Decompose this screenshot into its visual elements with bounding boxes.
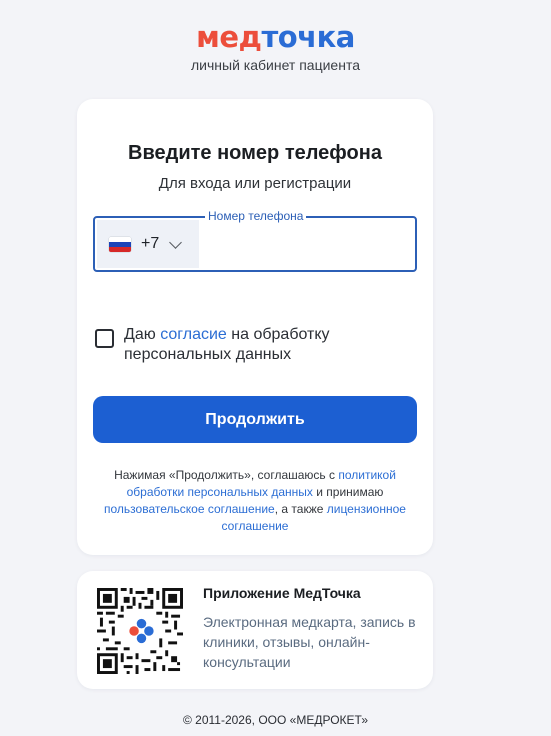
login-title: Введите номер телефона [128, 142, 382, 164]
consent-row: Даю согласие на обработку персональных д… [95, 325, 364, 365]
login-hint: Для входа или регистрации [158, 175, 352, 192]
copyright: © 2011-2026, ООО «МЕДРОКЕТ» [182, 713, 369, 727]
legal-text: Нажимая «Продолжить», соглашаюсь с полит… [97, 467, 413, 535]
legal-text-3: , а также [274, 502, 327, 516]
legal-text-2: и принимаю [312, 485, 384, 499]
russia-flag-icon [109, 236, 131, 252]
header: медточка личный кабинет пациента [0, 20, 551, 73]
country-code-selector[interactable]: +7 [97, 220, 199, 268]
chevron-down-icon [169, 235, 183, 249]
app-title: Приложение МедТочка [203, 585, 361, 601]
phone-field[interactable]: Номер телефона +7 [93, 209, 417, 272]
consent-checkbox[interactable] [95, 329, 114, 348]
logo-part-med: мед [196, 20, 262, 54]
phone-input[interactable] [201, 220, 413, 268]
login-card: Введите номер телефона Для входа или рег… [77, 99, 433, 555]
consent-prefix: Даю [124, 326, 161, 343]
continue-button[interactable]: Продолжить [93, 396, 417, 443]
consent-link[interactable]: согласие [160, 326, 227, 343]
logo-part-tochka: точка [261, 20, 355, 54]
user-agreement-link[interactable]: пользовательское соглашение [104, 502, 275, 516]
app-description: Электронная медкарта, запись в клиники, … [203, 614, 416, 670]
qr-code-icon[interactable] [97, 588, 183, 674]
consent-text: Даю согласие на обработку персональных д… [124, 325, 364, 365]
legal-text-1: Нажимая «Продолжить», соглашаюсь с [114, 468, 339, 482]
medtochka-logo[interactable]: медточка [0, 20, 551, 54]
country-code: +7 [141, 235, 160, 252]
logo-subtitle: личный кабинет пациента [191, 57, 360, 73]
app-promo-card: Приложение МедТочка Электронная медкарта… [77, 571, 433, 689]
